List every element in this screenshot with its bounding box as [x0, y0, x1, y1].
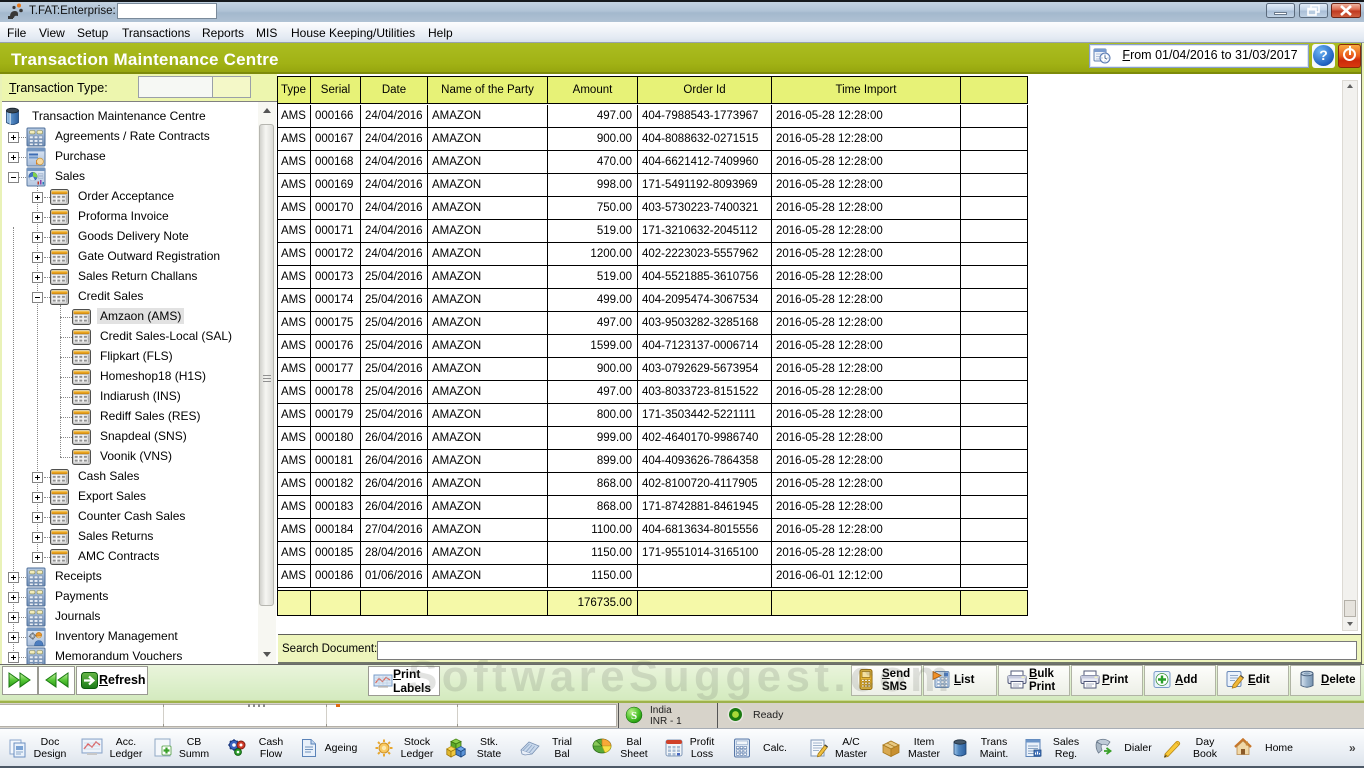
- svg-text:S: S: [631, 710, 637, 722]
